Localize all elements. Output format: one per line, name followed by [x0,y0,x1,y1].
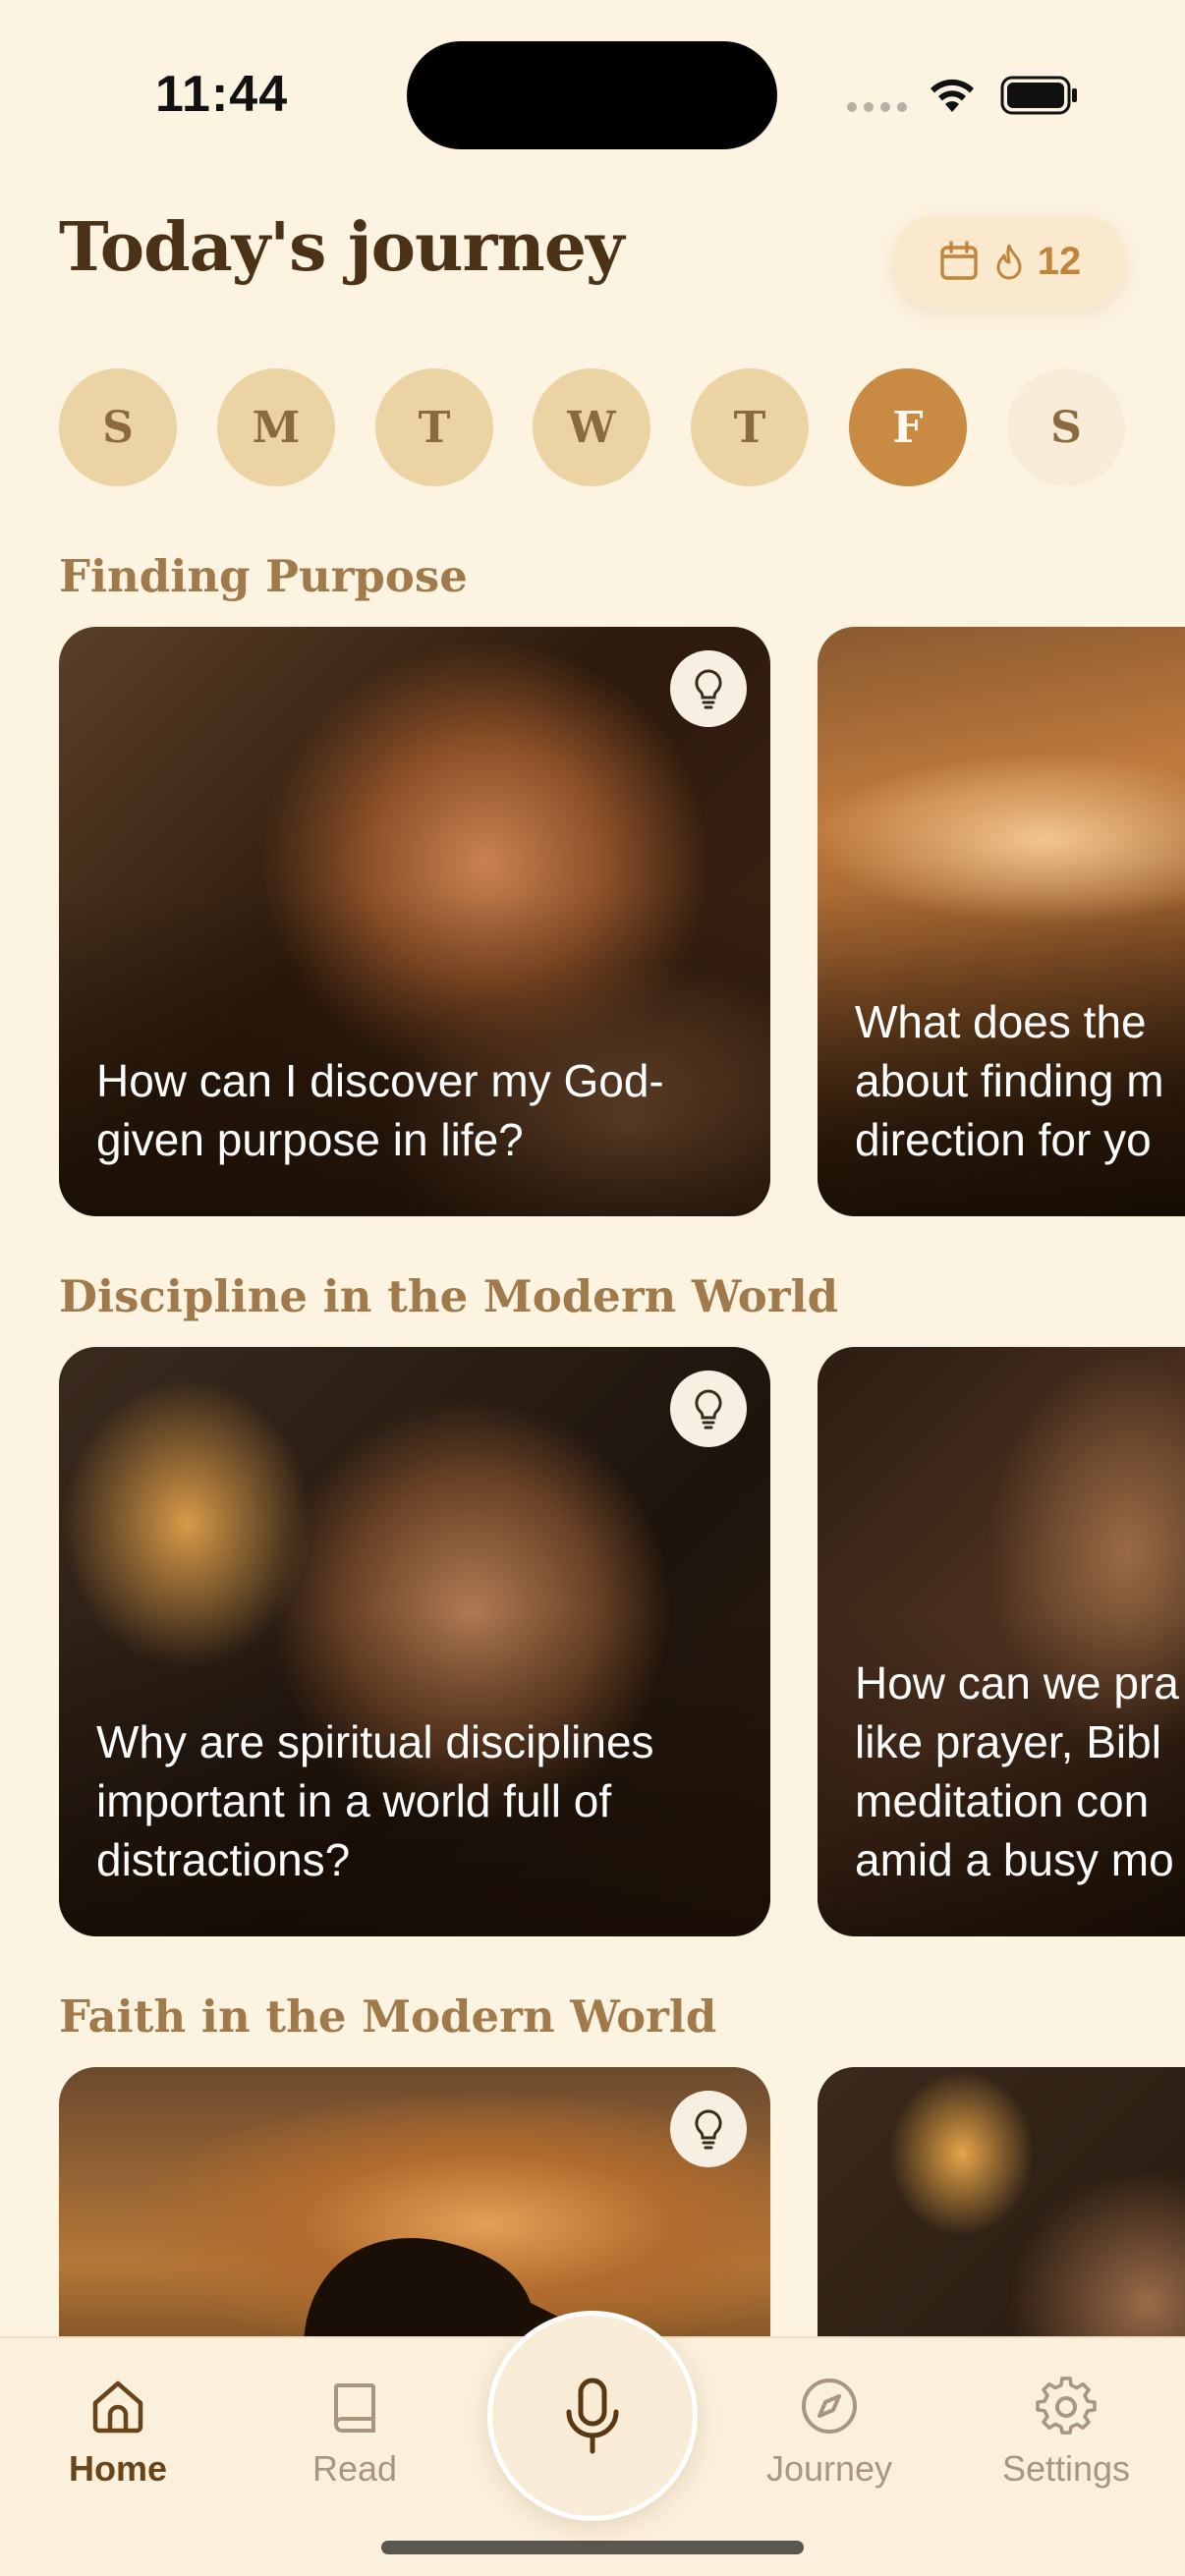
card-caption: How can I discover my God- given purpose… [96,1055,664,1165]
streak-count: 12 [1037,239,1082,283]
wifi-icon [931,79,974,112]
dynamic-island [407,41,777,149]
question-card[interactable]: How can we pra like prayer, Bibl meditat… [818,1347,1185,1936]
home-icon [92,2380,143,2434]
section-title: Discipline in the Modern World [59,1270,839,1322]
section-title: Finding Purpose [59,550,468,602]
day-thursday[interactable]: T [691,368,809,486]
tab-settings[interactable]: Settings [968,2376,1164,2490]
gear-icon [1036,2377,1097,2435]
streak-badge[interactable]: 12 [892,214,1126,308]
battery-icon [1000,76,1077,115]
status-time: 11:44 [155,66,289,123]
tab-journey[interactable]: Journey [731,2376,928,2490]
card-caption: What does the about finding m direction … [855,996,1164,1165]
book-icon [334,2383,375,2433]
calendar-icon [940,241,978,280]
day-sunday[interactable]: S [59,368,177,486]
tab-read[interactable]: Read [256,2376,453,2490]
day-monday[interactable]: M [217,368,335,486]
day-friday[interactable]: F [849,368,967,486]
question-card[interactable]: What does the about finding m direction … [818,627,1185,1216]
day-wednesday[interactable]: W [533,368,650,486]
tab-label: Home [68,2448,168,2489]
question-card[interactable]: Why are spiritual disciplines important … [59,1347,770,1936]
lightbulb-icon[interactable] [670,650,747,727]
card-caption: How can we pra like prayer, Bibl meditat… [855,1657,1179,1885]
tab-label: Journey [765,2448,893,2489]
flame-icon [996,244,1022,280]
lightbulb-icon[interactable] [670,2091,747,2167]
lightbulb-icon[interactable] [670,1371,747,1447]
tab-home[interactable]: Home [20,2376,216,2490]
day-tuesday[interactable]: T [375,368,493,486]
home-indicator [381,2541,804,2554]
day-saturday[interactable]: S [1007,368,1125,486]
microphone-icon [566,2378,619,2454]
tab-label: Read [311,2448,398,2489]
compass-icon [802,2379,857,2434]
section-title: Faith in the Modern World [59,1990,717,2043]
page-title: Today's journey [59,208,624,287]
microphone-button[interactable] [487,2311,698,2521]
card-caption: Why are spiritual disciplines important … [96,1716,654,1885]
tab-label: Settings [1001,2448,1131,2489]
question-card[interactable]: How can I discover my God- given purpose… [59,627,770,1216]
cellular-signal-icon [847,102,907,112]
